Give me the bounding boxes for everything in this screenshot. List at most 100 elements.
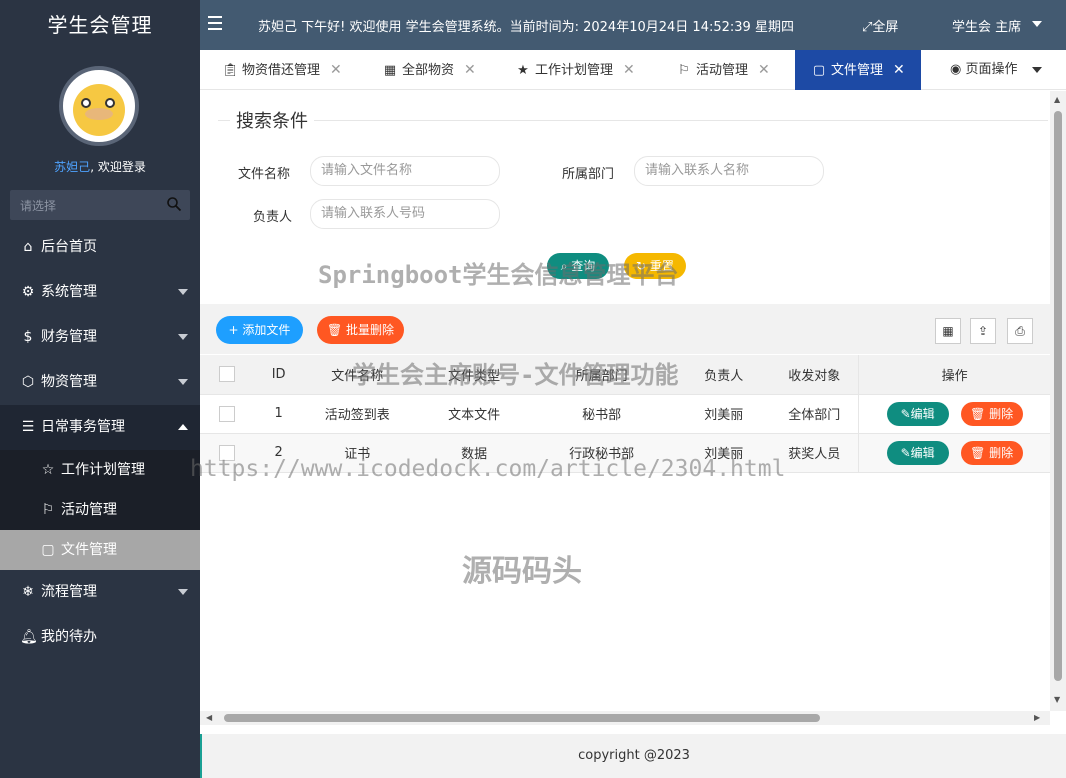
owner-input[interactable]: 请输入联系人号码 [310,199,500,229]
horizontal-scroll-thumb[interactable] [224,714,820,722]
user-role-menu[interactable]: 学生会 主席 [952,16,1021,35]
sidebar-item-label: 系统管理 [41,284,97,300]
add-file-button[interactable]: + 添加文件 [216,316,303,344]
greeting-text: 苏妲己 下午好! 欢迎使用 学生会管理系统。当前时间为: 2024年10月24日… [258,20,794,35]
reset-button[interactable]: ↻ 重置 [624,253,686,279]
row-checkbox[interactable] [218,444,235,461]
scroll-left-icon[interactable]: ◀ [206,713,212,722]
select-all-checkbox[interactable] [218,366,235,383]
sidebar-item-home[interactable]: ⌂ 后台首页 [0,225,200,270]
tab-file-management[interactable]: ▢ 文件管理 ✕ [795,50,921,90]
sidebar-item-label: 活动管理 [61,502,117,518]
search-icon[interactable] [166,196,182,212]
cell-file-type: 文本文件 [410,394,538,434]
sidebar-item-todo[interactable]: 🔔︎ 我的待办 [0,615,200,660]
sidebar-item-work-plan[interactable]: ☆ 工作计划管理 [0,450,200,490]
close-icon[interactable]: ✕ [330,62,342,78]
bell-icon: 🔔︎ [20,629,38,645]
table-row: 2 证书 数据 行政秘书部 刘美丽 获奖人员 ✎编辑 🗑︎ 删除 [200,433,1050,473]
star-icon: ★ [517,63,529,78]
sidebar-item-activities[interactable]: ⚐ 活动管理 [0,490,200,530]
row-checkbox[interactable] [218,405,235,422]
horizontal-scrollbar[interactable]: ◀ ▶ [200,711,1050,725]
chevron-down-icon[interactable] [1032,67,1042,73]
close-icon[interactable]: ✕ [623,62,635,78]
column-header[interactable]: 收发对象 [782,355,859,395]
tab-all-materials[interactable]: ▦ 全部物资 ✕ [382,50,476,90]
page-operations-menu[interactable]: ◉ 页面操作 [950,50,1018,90]
sidebar-item-daily-affairs[interactable]: ☰ 日常事务管理 [0,405,200,450]
batch-delete-button[interactable]: 🗑︎ 批量删除 [317,316,404,344]
column-header: 操作 [858,355,1050,395]
sidebar-item-label: 流程管理 [41,584,97,600]
close-icon[interactable]: ✕ [758,62,770,78]
cell-id: 1 [253,394,305,434]
close-icon[interactable]: ✕ [464,62,476,78]
row-select-cell [200,433,254,473]
export-icon[interactable]: ⇪ [970,318,996,344]
column-header[interactable]: 负责人 [665,355,783,395]
chevron-down-icon[interactable] [1032,21,1042,27]
table-header-row: ID 文件名称 文件类型 所属部门 负责人 收发对象 操作 [200,355,1050,395]
batch-delete-label: 批量删除 [346,323,395,337]
cell-target: 获奖人员 [782,433,859,473]
close-icon[interactable]: ✕ [893,62,905,78]
reset-label: 重置 [649,259,674,273]
scroll-right-icon[interactable]: ▶ [1034,713,1040,722]
delete-button[interactable]: 🗑︎ 删除 [960,440,1023,465]
footer: copyright @2023 [200,734,1066,778]
cell-department: 秘书部 [537,394,666,434]
pencil-icon: ✎ [900,406,911,421]
sidebar-item-label: 后台首页 [41,239,97,255]
columns-filter-icon[interactable]: ▦ [935,318,961,344]
delete-button[interactable]: 🗑︎ 删除 [960,401,1023,426]
sidebar-search-input[interactable]: 请选择 [10,190,190,220]
menu-toggle-icon[interactable] [208,16,222,30]
cell-actions: ✎编辑 🗑︎ 删除 [858,394,1050,434]
column-header[interactable]: 文件类型 [410,355,538,395]
chevron-down-icon [178,334,188,340]
cell-department: 行政秘书部 [537,433,666,473]
fullscreen-button[interactable]: ⤢全屏 [862,16,898,35]
tab-activities[interactable]: ⚐ 活动管理 ✕ [676,50,770,90]
username[interactable]: 苏妲己 [54,160,90,174]
home-icon: ⌂ [23,239,33,255]
column-header[interactable]: 文件名称 [304,355,411,395]
sidebar-item-label: 我的待办 [41,629,97,645]
search-icon: ⌕ [560,259,572,273]
query-button[interactable]: ⌕ 查询 [547,253,609,279]
sidebar-item-system[interactable]: ⚙ 系统管理 [0,270,200,315]
grid-icon: ▦ [383,63,397,78]
gear-icon: ⚙ [21,284,35,300]
vertical-scrollbar[interactable]: ▲ ▼ [1050,91,1066,711]
cell-id: 2 [253,433,305,473]
sidebar-item-label: 文件管理 [61,542,117,558]
sliders-icon: ☰ [21,419,35,435]
cell-file-type: 数据 [410,433,538,473]
chevron-up-icon [178,424,188,430]
clipboard-icon: 📋︎ [222,63,239,78]
scroll-up-icon[interactable]: ▲ [1054,95,1060,104]
sidebar-item-process[interactable]: ❄ 流程管理 [0,570,200,615]
edit-button[interactable]: ✎编辑 [886,440,949,465]
avatar[interactable] [59,66,139,146]
column-header[interactable]: ID [253,355,305,395]
sidebar-item-files[interactable]: ▢ 文件管理 [0,530,200,570]
tab-material-borrowing[interactable]: 📋︎ 物资借还管理 ✕ [222,50,342,90]
fieldset-divider [218,120,1048,121]
chevron-down-icon [178,289,188,295]
scroll-down-icon[interactable]: ▼ [1054,695,1060,704]
sidebar-item-finance[interactable]: $ 财务管理 [0,315,200,360]
sidebar-item-materials[interactable]: ⬡ 物资管理 [0,360,200,405]
file-table: ID 文件名称 文件类型 所属部门 负责人 收发对象 操作 1 活动签到表 文本… [200,355,1050,473]
column-header[interactable]: 所属部门 [537,355,666,395]
department-input[interactable]: 请输入联系人名称 [634,156,824,186]
tab-label: 文件管理 [831,63,884,78]
vertical-scroll-thumb[interactable] [1054,111,1062,681]
file-name-input[interactable]: 请输入文件名称 [310,156,500,186]
tab-work-plan[interactable]: ★ 工作计划管理 ✕ [515,50,635,90]
row-select-cell [200,394,254,434]
edit-button[interactable]: ✎编辑 [886,401,949,426]
print-icon[interactable]: ⎙ [1007,318,1033,344]
tab-label: 物资借还管理 [242,63,321,78]
